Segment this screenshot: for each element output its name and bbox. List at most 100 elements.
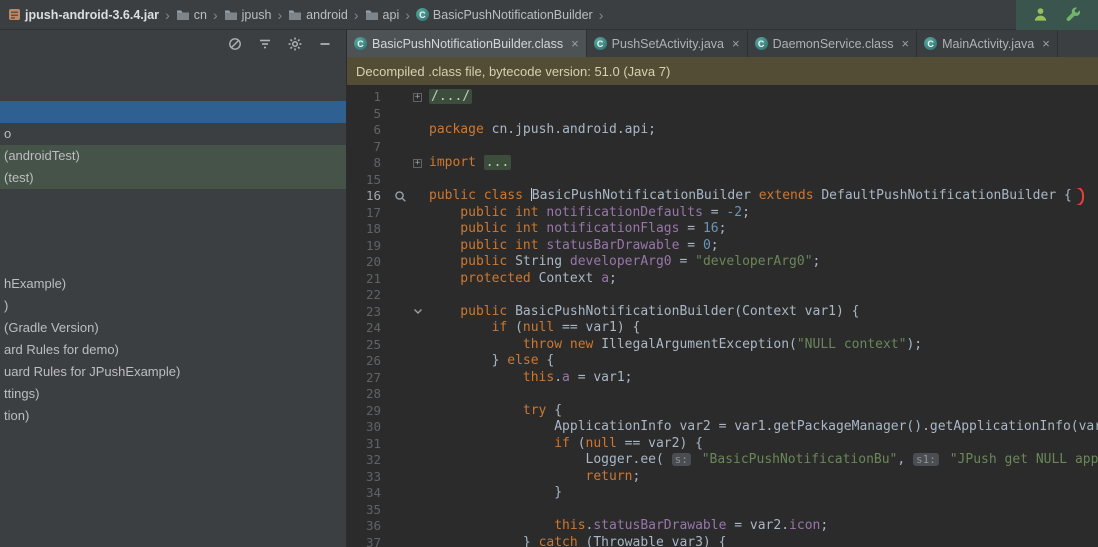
code-line[interactable]: 22 <box>347 287 1098 304</box>
code-token: = var1; <box>570 370 633 385</box>
code-token: /.../ <box>429 89 472 104</box>
code-line[interactable]: 20public String developerArg0 = "develop… <box>347 254 1098 271</box>
code-line[interactable]: 1+/.../ <box>347 89 1098 106</box>
tree-item[interactable]: tion) <box>0 405 346 427</box>
gutter-icon-slot <box>387 139 413 156</box>
code-token: , <box>897 452 913 467</box>
chevron-right-icon: › <box>599 8 604 22</box>
gutter-icon-slot <box>387 518 413 535</box>
fold-expand-icon[interactable]: + <box>413 155 429 172</box>
code-line[interactable]: 23public BasicPushNotificationBuilder(Co… <box>347 304 1098 321</box>
code-line[interactable]: 28 <box>347 386 1098 403</box>
code-editor[interactable]: 1+/.../56package cn.jpush.android.api;78… <box>347 85 1098 547</box>
line-number: 7 <box>347 139 387 156</box>
code-token: extends <box>759 188 822 203</box>
fold-slot <box>413 320 429 337</box>
fold-slot <box>413 535 429 547</box>
code-line[interactable]: 26} else { <box>347 353 1098 370</box>
code-line[interactable]: 17public int notificationDefaults = -2; <box>347 205 1098 222</box>
tree-item[interactable]: (test) <box>0 167 346 189</box>
code-line-text: Logger.ee( s: "BasicPushNotificationBu",… <box>429 452 1098 469</box>
line-number: 33 <box>347 469 387 486</box>
code-line[interactable]: 6package cn.jpush.android.api; <box>347 122 1098 139</box>
gutter-icon-slot <box>387 485 413 502</box>
code-line[interactable]: 32Logger.ee( s: "BasicPushNotificationBu… <box>347 452 1098 469</box>
filter-icon[interactable] <box>258 37 272 51</box>
fold-collapse-icon[interactable] <box>413 304 429 321</box>
code-token: public <box>460 254 515 269</box>
code-line[interactable]: 30ApplicationInfo var2 = var1.getPackage… <box>347 419 1098 436</box>
code-line-text: throw new IllegalArgumentException("NULL… <box>429 337 1098 354</box>
breadcrumb-item[interactable]: api <box>363 8 402 22</box>
tree-item[interactable] <box>0 101 346 123</box>
code-line[interactable]: 31if (null == var2) { <box>347 436 1098 453</box>
code-token: statusBarDrawable <box>546 238 679 253</box>
line-number: 34 <box>347 485 387 502</box>
editor-tab[interactable]: CMainActivity.java× <box>917 30 1058 57</box>
chevron-right-icon: › <box>354 8 359 22</box>
close-tab-icon[interactable]: × <box>1042 37 1050 50</box>
tree-item[interactable]: ) <box>0 295 346 317</box>
code-line[interactable]: 37} catch (Throwable var3) { <box>347 535 1098 547</box>
breadcrumb-item[interactable]: android <box>286 8 350 22</box>
code-line[interactable]: 35 <box>347 502 1098 519</box>
line-number: 29 <box>347 403 387 420</box>
code-line[interactable]: 34} <box>347 485 1098 502</box>
editor-tab[interactable]: CBasicPushNotificationBuilder.class× <box>347 30 587 57</box>
code-token: developerArg0 <box>570 254 672 269</box>
fold-slot <box>413 254 429 271</box>
build-icon[interactable] <box>1065 6 1082 23</box>
close-tab-icon[interactable]: × <box>571 37 579 50</box>
code-token: ); <box>906 337 922 352</box>
line-number: 8 <box>347 155 387 172</box>
tree-item[interactable]: o <box>0 123 346 145</box>
breadcrumb-item[interactable]: jpush-android-3.6.4.jar <box>6 8 161 22</box>
breadcrumb-item[interactable]: jpush <box>222 8 274 22</box>
code-line[interactable]: 7 <box>347 139 1098 156</box>
code-line[interactable]: 5 <box>347 106 1098 123</box>
code-token: = <box>679 221 702 236</box>
tree-item[interactable]: (androidTest) <box>0 145 346 167</box>
tree-item[interactable]: ard Rules for demo) <box>0 339 346 361</box>
code-line[interactable]: 16public class BasicPushNotificationBuil… <box>347 188 1098 205</box>
code-token: public int <box>460 205 546 220</box>
tree-item[interactable]: (Gradle Version) <box>0 317 346 339</box>
tree-item[interactable]: ttings) <box>0 383 346 405</box>
code-line[interactable]: 18public int notificationFlags = 16; <box>347 221 1098 238</box>
hide-empty-icon[interactable] <box>228 37 242 51</box>
code-token: "BasicPushNotificationBu" <box>702 452 898 467</box>
code-line[interactable]: 25throw new IllegalArgumentException("NU… <box>347 337 1098 354</box>
code-line[interactable]: 27this.a = var1; <box>347 370 1098 387</box>
code-token: ; <box>609 271 617 286</box>
code-line[interactable]: 8 +import ... <box>347 155 1098 172</box>
close-tab-icon[interactable]: × <box>901 37 909 50</box>
settings-icon[interactable] <box>288 37 302 51</box>
close-tab-icon[interactable]: × <box>732 37 740 50</box>
code-token: = var2. <box>726 518 789 533</box>
code-line[interactable]: 33return; <box>347 469 1098 486</box>
fold-expand-icon[interactable]: + <box>413 89 429 106</box>
code-line[interactable]: 15 <box>347 172 1098 189</box>
code-line-text: } catch (Throwable var3) { <box>429 535 1098 547</box>
tree-item[interactable]: uard Rules for JPushExample) <box>0 361 346 383</box>
breadcrumb-item[interactable]: cn <box>174 8 209 22</box>
code-line[interactable]: 24if (null == var1) { <box>347 320 1098 337</box>
editor-tab[interactable]: CPushSetActivity.java× <box>587 30 748 57</box>
code-line[interactable]: 29try { <box>347 403 1098 420</box>
code-token: ; <box>711 238 719 253</box>
project-panel: o(androidTest)(test) hExample))(Gradle Ve… <box>0 30 347 547</box>
breadcrumb-label: jpush-android-3.6.4.jar <box>25 8 159 22</box>
code-line[interactable]: 19public int statusBarDrawable = 0; <box>347 238 1098 255</box>
gutter-marker-icon[interactable] <box>387 188 413 205</box>
code-token: public int <box>460 221 546 236</box>
ide-window: jpush-android-3.6.4.jar›cn›jpush›android… <box>0 0 1098 547</box>
minimize-icon[interactable] <box>318 37 332 51</box>
tree-item[interactable]: hExample) <box>0 273 346 295</box>
code-line-text: import ... <box>429 155 1098 172</box>
assistant-icon[interactable] <box>1032 6 1049 23</box>
line-number: 24 <box>347 320 387 337</box>
breadcrumb-item[interactable]: CBasicPushNotificationBuilder <box>414 8 595 22</box>
code-line[interactable]: 36this.statusBarDrawable = var2.icon; <box>347 518 1098 535</box>
code-line[interactable]: 21protected Context a; <box>347 271 1098 288</box>
editor-tab[interactable]: CDaemonService.class× <box>748 30 917 57</box>
